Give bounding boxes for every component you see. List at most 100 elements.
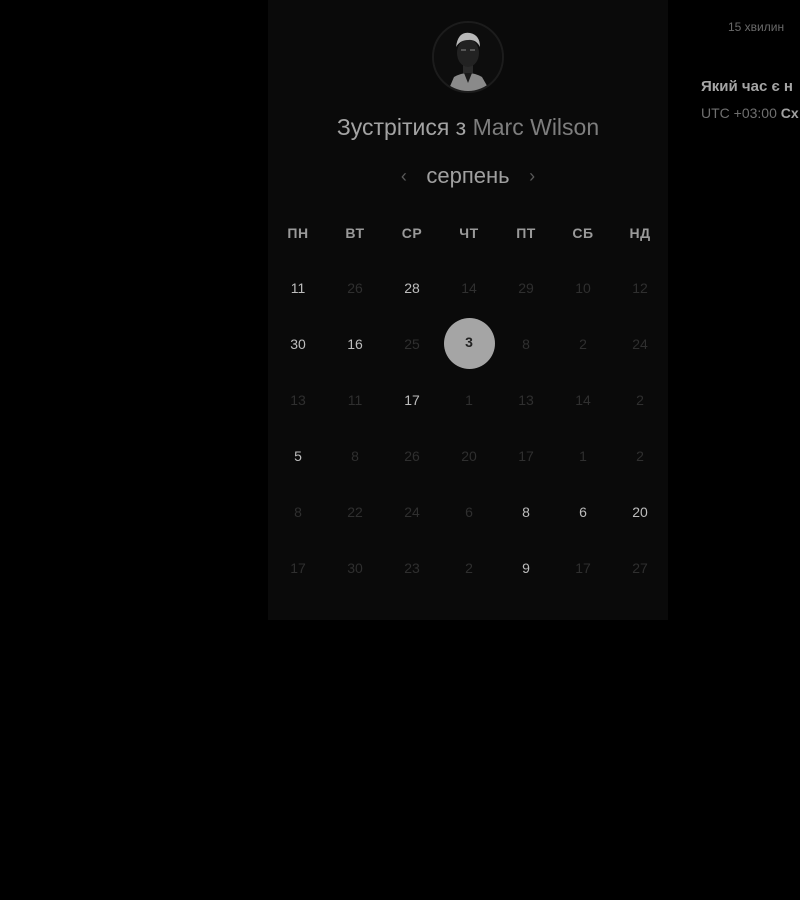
calendar-day: 2 bbox=[612, 372, 668, 428]
calendar-day: 17 bbox=[270, 540, 326, 596]
calendar-day[interactable]: 28 bbox=[384, 260, 440, 316]
calendar-day: 26 bbox=[384, 428, 440, 484]
day-number: 30 bbox=[290, 336, 306, 352]
calendar-day[interactable]: 11 bbox=[270, 260, 326, 316]
day-number: 8 bbox=[522, 504, 530, 520]
calendar-day: 17 bbox=[555, 540, 611, 596]
day-number: 24 bbox=[404, 504, 420, 520]
day-number: 8 bbox=[522, 336, 530, 352]
day-number: 2 bbox=[465, 560, 473, 576]
day-number: 11 bbox=[347, 392, 363, 408]
calendar-day: 27 bbox=[612, 540, 668, 596]
day-number: 17 bbox=[290, 560, 306, 576]
day-number: 20 bbox=[461, 448, 477, 464]
day-number: 23 bbox=[404, 560, 420, 576]
calendar-day: 13 bbox=[270, 372, 326, 428]
day-number: 1 bbox=[579, 448, 587, 464]
day-number: 30 bbox=[347, 560, 363, 576]
calendar-day[interactable]: 20 bbox=[612, 484, 668, 540]
day-number: 6 bbox=[465, 504, 473, 520]
day-number: 28 bbox=[404, 280, 420, 296]
calendar-day: 2 bbox=[441, 540, 497, 596]
day-number: 20 bbox=[632, 504, 648, 520]
calendar-day: 24 bbox=[384, 484, 440, 540]
day-number: 6 bbox=[579, 504, 587, 520]
calendar-day: 20 bbox=[441, 428, 497, 484]
day-number: 2 bbox=[636, 392, 644, 408]
day-number: 25 bbox=[404, 336, 420, 352]
calendar-day: 6 bbox=[441, 484, 497, 540]
timezone-question: Який час є н bbox=[701, 78, 793, 95]
timezone-offset: UTC +03:00 bbox=[701, 105, 777, 121]
booking-page: Зустрітися з Marc Wilson ‹ серпень › ПН В… bbox=[0, 0, 800, 900]
calendar-day: 12 bbox=[612, 260, 668, 316]
host-name: Marc Wilson bbox=[472, 114, 600, 140]
day-number: 5 bbox=[294, 448, 302, 464]
weekday-label: ПН bbox=[287, 225, 309, 241]
meeting-duration: 15 хвилин bbox=[728, 20, 785, 34]
day-number: 24 bbox=[632, 336, 648, 352]
day-number: 17 bbox=[575, 560, 591, 576]
chevron-right-icon[interactable]: › bbox=[522, 166, 542, 187]
calendar-day[interactable]: 9 bbox=[498, 540, 554, 596]
calendar-day: 14 bbox=[555, 372, 611, 428]
chevron-left-icon[interactable]: ‹ bbox=[394, 166, 414, 187]
weekday-label: ПТ bbox=[516, 225, 536, 241]
page-title: Зустрітися з Marc Wilson bbox=[268, 114, 668, 141]
calendar-day: 25 bbox=[384, 316, 440, 372]
day-number: 12 bbox=[632, 280, 648, 296]
calendar-day: 30 bbox=[327, 540, 383, 596]
calendar-day: 11 bbox=[327, 372, 383, 428]
day-number: 27 bbox=[632, 560, 648, 576]
calendar-day: 8 bbox=[327, 428, 383, 484]
timezone-name: Сх bbox=[780, 105, 799, 121]
day-number: 13 bbox=[518, 392, 534, 408]
calendar-day: 22 bbox=[327, 484, 383, 540]
day-number: 1 bbox=[465, 392, 473, 408]
calendar-day[interactable]: 6 bbox=[555, 484, 611, 540]
day-number: 13 bbox=[290, 392, 306, 408]
calendar-day: 2 bbox=[612, 428, 668, 484]
calendar-day[interactable]: 17 bbox=[384, 372, 440, 428]
calendar-day: 29 bbox=[498, 260, 554, 316]
day-number: 11 bbox=[290, 280, 306, 296]
weekday-label: СБ bbox=[572, 225, 594, 241]
calendar-day-selected[interactable]: 3 bbox=[441, 316, 497, 372]
day-number: 3 bbox=[465, 334, 473, 350]
weekday-label: НД bbox=[629, 225, 651, 241]
month-label: серпень bbox=[426, 163, 510, 188]
day-number: 8 bbox=[294, 504, 302, 520]
day-number: 22 bbox=[347, 504, 363, 520]
calendar-day: 1 bbox=[555, 428, 611, 484]
weekday-label: ЧТ bbox=[459, 225, 479, 241]
day-number: 26 bbox=[347, 280, 363, 296]
day-number: 29 bbox=[518, 280, 534, 296]
weekday-label: СР bbox=[401, 225, 423, 241]
day-number: 9 bbox=[522, 560, 530, 576]
day-number: 14 bbox=[575, 392, 591, 408]
calendar-day[interactable]: 5 bbox=[270, 428, 326, 484]
day-number: 2 bbox=[636, 448, 644, 464]
calendar-day[interactable]: 8 bbox=[498, 484, 554, 540]
calendar-day: 14 bbox=[441, 260, 497, 316]
day-number: 17 bbox=[404, 392, 420, 408]
weekday-label: ВТ bbox=[345, 225, 365, 241]
day-number: 17 bbox=[518, 448, 534, 464]
calendar-day: 8 bbox=[270, 484, 326, 540]
timezone-panel: Який час є н UTC +03:00 Сх bbox=[701, 78, 800, 121]
day-number: 8 bbox=[351, 448, 359, 464]
calendar-day: 2 bbox=[555, 316, 611, 372]
timezone-selector[interactable]: UTC +03:00 Сх bbox=[701, 105, 800, 121]
title-prefix: Зустрітися з bbox=[336, 114, 467, 140]
calendar-day: 10 bbox=[555, 260, 611, 316]
calendar-day[interactable]: 30 bbox=[270, 316, 326, 372]
person-photo-icon bbox=[434, 23, 502, 91]
calendar-day[interactable]: 16 bbox=[327, 316, 383, 372]
host-avatar bbox=[432, 21, 504, 93]
month-navigation: ‹ серпень › bbox=[268, 163, 668, 193]
calendar-grid: 11 26 28 14 29 10 12 30 16 25 3 8 2 24 13 11 17 1 13 14 2 5 8 2… bbox=[270, 260, 668, 596]
day-number: 16 bbox=[347, 336, 363, 352]
calendar-day: 17 bbox=[498, 428, 554, 484]
calendar-day: 23 bbox=[384, 540, 440, 596]
day-number: 14 bbox=[461, 280, 477, 296]
